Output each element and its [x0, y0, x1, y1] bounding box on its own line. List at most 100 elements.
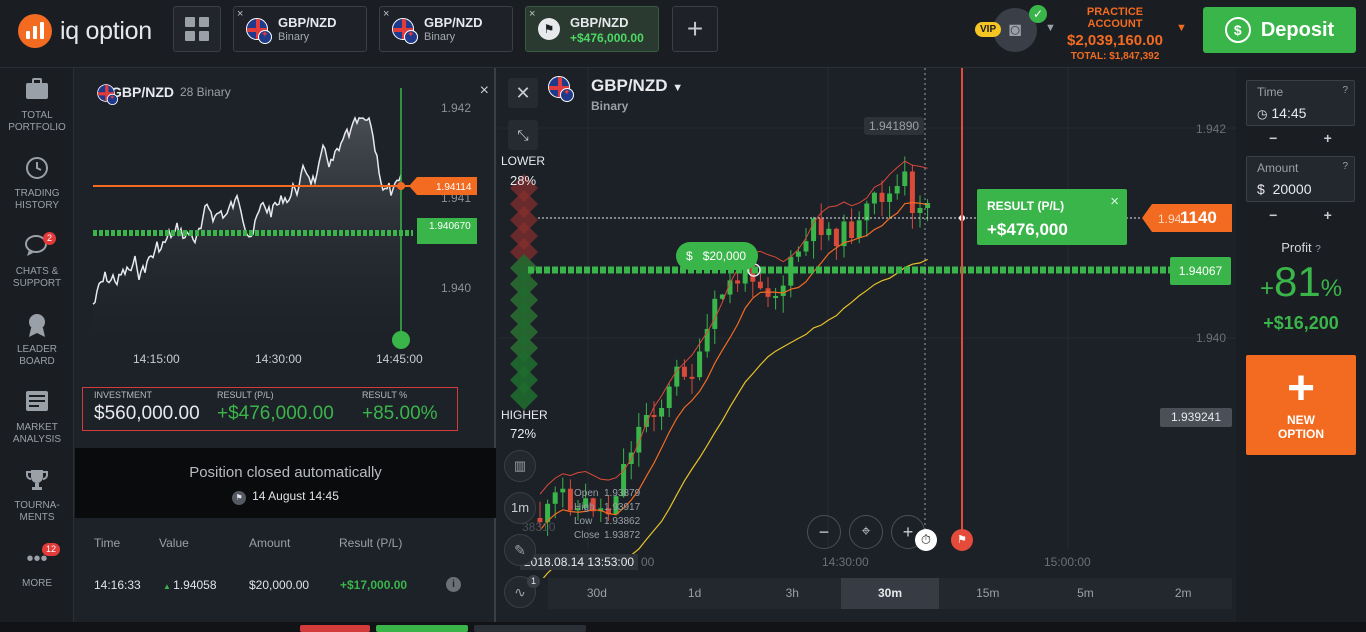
help-icon[interactable]: ? [1342, 85, 1348, 96]
candle-body [780, 285, 786, 296]
recenter-button[interactable]: ⌖ [849, 515, 883, 549]
amount-value[interactable]: $ 20000 [1257, 181, 1312, 197]
profile-caret-icon[interactable]: ▼ [1045, 22, 1056, 34]
chart-asset-type: Binary [591, 99, 629, 113]
candle-body [826, 228, 832, 236]
nav-trading-history[interactable]: TRADING HISTORY [0, 156, 74, 212]
nav-market-analysis[interactable]: MARKET ANALYSIS [0, 390, 74, 446]
lower-label: LOWER [501, 154, 546, 168]
new-option-button[interactable]: + NEW OPTION [1246, 355, 1356, 455]
candle-body [773, 295, 779, 298]
drawing-tool-button[interactable]: ✎ [504, 534, 536, 566]
candle-body [917, 208, 923, 213]
col-time: Time [94, 536, 121, 550]
taskbar-red-button[interactable] [300, 625, 370, 632]
amount-decrease-button[interactable]: − [1269, 207, 1277, 223]
result-value: +$476,000.00 [217, 403, 334, 424]
tf-30d[interactable]: 30d [548, 578, 646, 609]
tf-5m[interactable]: 5m [1037, 578, 1135, 609]
tf-1d[interactable]: 1d [646, 578, 744, 609]
profit-percent: +81% [1259, 258, 1343, 305]
bottom-taskbar [0, 622, 1366, 632]
clock-icon: ◷ [1257, 107, 1268, 121]
taskbar-green-button[interactable] [376, 625, 468, 632]
strike-price-tag: 1.94067 [1170, 257, 1231, 285]
time-increase-button[interactable]: + [1324, 130, 1332, 146]
asset-tab-1[interactable]: × GBP/NZD Binary [233, 6, 367, 52]
account-selector[interactable]: PRACTICE ACCOUNT $2,039,160.00 TOTAL: $1… [1062, 6, 1168, 62]
close-tab-icon[interactable]: × [529, 8, 535, 20]
tf-30m[interactable]: 30m [841, 578, 939, 609]
up-arrow-icon: ▲ [163, 582, 174, 591]
candle-body [567, 488, 573, 511]
closed-message: Position closed automatically [189, 464, 382, 481]
tab-asset-name: GBP/NZD [570, 15, 629, 30]
mini-chart-svg: 1.9421.9411.94014:15:00 14:30:00 14:45:001… [92, 88, 477, 366]
tf-15m[interactable]: 15m [939, 578, 1037, 609]
candle-body [643, 415, 649, 427]
time-stepper: − + [1246, 130, 1355, 146]
info-icon[interactable]: i [446, 577, 461, 592]
tf-2m[interactable]: 2m [1134, 578, 1232, 609]
interval-button[interactable]: 1m [504, 492, 536, 524]
result-label: RESULT (P/L) [217, 390, 274, 400]
tf-3h[interactable]: 3h [743, 578, 841, 609]
current-price-tag: 1.94 1140 [1142, 204, 1232, 232]
left-navigation: TOTAL PORTFOLIO TRADING HISTORY CHATS & SUP… [0, 68, 74, 632]
vip-badge: VIP [975, 22, 1002, 37]
close-chart-icon[interactable]: ✕ [508, 78, 538, 108]
investment-summary: INVESTMENT $560,000.00 RESULT (P/L) +$47… [82, 387, 458, 431]
account-caret-icon[interactable]: ▼ [1176, 22, 1187, 34]
close-tab-icon[interactable]: × [383, 8, 389, 20]
nav-leader-board[interactable]: LEADER BOARD [0, 312, 74, 368]
mini-y-label: 1.942 [441, 101, 471, 115]
iqoption-logo[interactable]: iq option [18, 14, 152, 48]
trophy-icon [24, 468, 50, 494]
close-tab-icon[interactable]: × [237, 8, 243, 20]
grid-view-button[interactable] [173, 6, 221, 52]
taskbar-gray-button[interactable] [474, 625, 586, 632]
leaderboard-icon [24, 312, 50, 338]
result-popup-label: RESULT (P/L) [987, 199, 1065, 213]
candle-body [560, 488, 566, 493]
zoom-out-button[interactable]: − [807, 515, 841, 549]
asset-tab-3-active[interactable]: × ⚑ GBP/NZD +$476,000.00 [525, 6, 659, 52]
candle-body [552, 492, 558, 504]
result-pct-value: +85.00% [362, 403, 438, 424]
candle-body [795, 251, 801, 257]
crosshair-date-suffix: 00 [641, 555, 655, 569]
chart-type-button[interactable]: ▥ [504, 450, 536, 482]
col-result: Result (P/L) [339, 536, 403, 550]
nav-total-portfolio[interactable]: TOTAL PORTFOLIO [0, 78, 74, 134]
time-field[interactable]: Time ? ◷ 14:45 [1246, 80, 1355, 126]
mini-x-label: 14:15:00 [133, 352, 180, 366]
chart-asset-name[interactable]: GBP/NZD ▼ [591, 76, 683, 96]
help-icon[interactable]: ? [1315, 244, 1321, 255]
nav-more[interactable]: ••• MORE 12 [0, 543, 74, 590]
mini-chart: GBP/NZD 28 Binary × 1.9421.9411.94014:15… [83, 78, 489, 378]
position-panel: GBP/NZD 28 Binary × 1.9421.9411.94014:15… [75, 68, 496, 632]
timeframe-bar: 30d 1d 3h 30m 15m 5m 2m [548, 578, 1232, 609]
indicator-icon: ∿ [514, 584, 526, 600]
nav-chats-support[interactable]: CHATS & SUPPORT 2 [0, 232, 74, 290]
amount-increase-button[interactable]: + [1324, 207, 1332, 223]
deposit-button[interactable]: $ Deposit [1203, 7, 1356, 53]
help-icon[interactable]: ? [1342, 161, 1348, 172]
mini-orange-tag-text: 1.94114 [436, 182, 472, 193]
main-chart[interactable]: ✕ ⤡ GBP/NZD ▼ Binary LOWER 28% HIGHER 72… [498, 68, 1236, 608]
time-decrease-button[interactable]: − [1269, 130, 1277, 146]
nav-tournaments[interactable]: TOURNA- MENTS [0, 468, 74, 524]
result-pct-label: RESULT % [362, 390, 408, 400]
collapse-icon[interactable]: ⤡ [508, 120, 538, 150]
account-total: TOTAL: $1,847,392 [1070, 51, 1160, 62]
x-label-1500: 15:00:00 [1044, 555, 1091, 569]
candle-body [818, 218, 824, 236]
verified-check-icon: ✓ [1029, 5, 1047, 23]
history-icon [24, 156, 50, 182]
amount-field[interactable]: Amount ? $ 20000 [1246, 156, 1355, 202]
asset-tab-2[interactable]: × GBP/NZD Binary [379, 6, 513, 52]
add-asset-button[interactable]: + [672, 6, 718, 52]
candle-body [909, 171, 915, 213]
indicators-button[interactable]: ∿ 1 [504, 575, 541, 608]
close-result-icon[interactable]: × [1110, 193, 1119, 210]
